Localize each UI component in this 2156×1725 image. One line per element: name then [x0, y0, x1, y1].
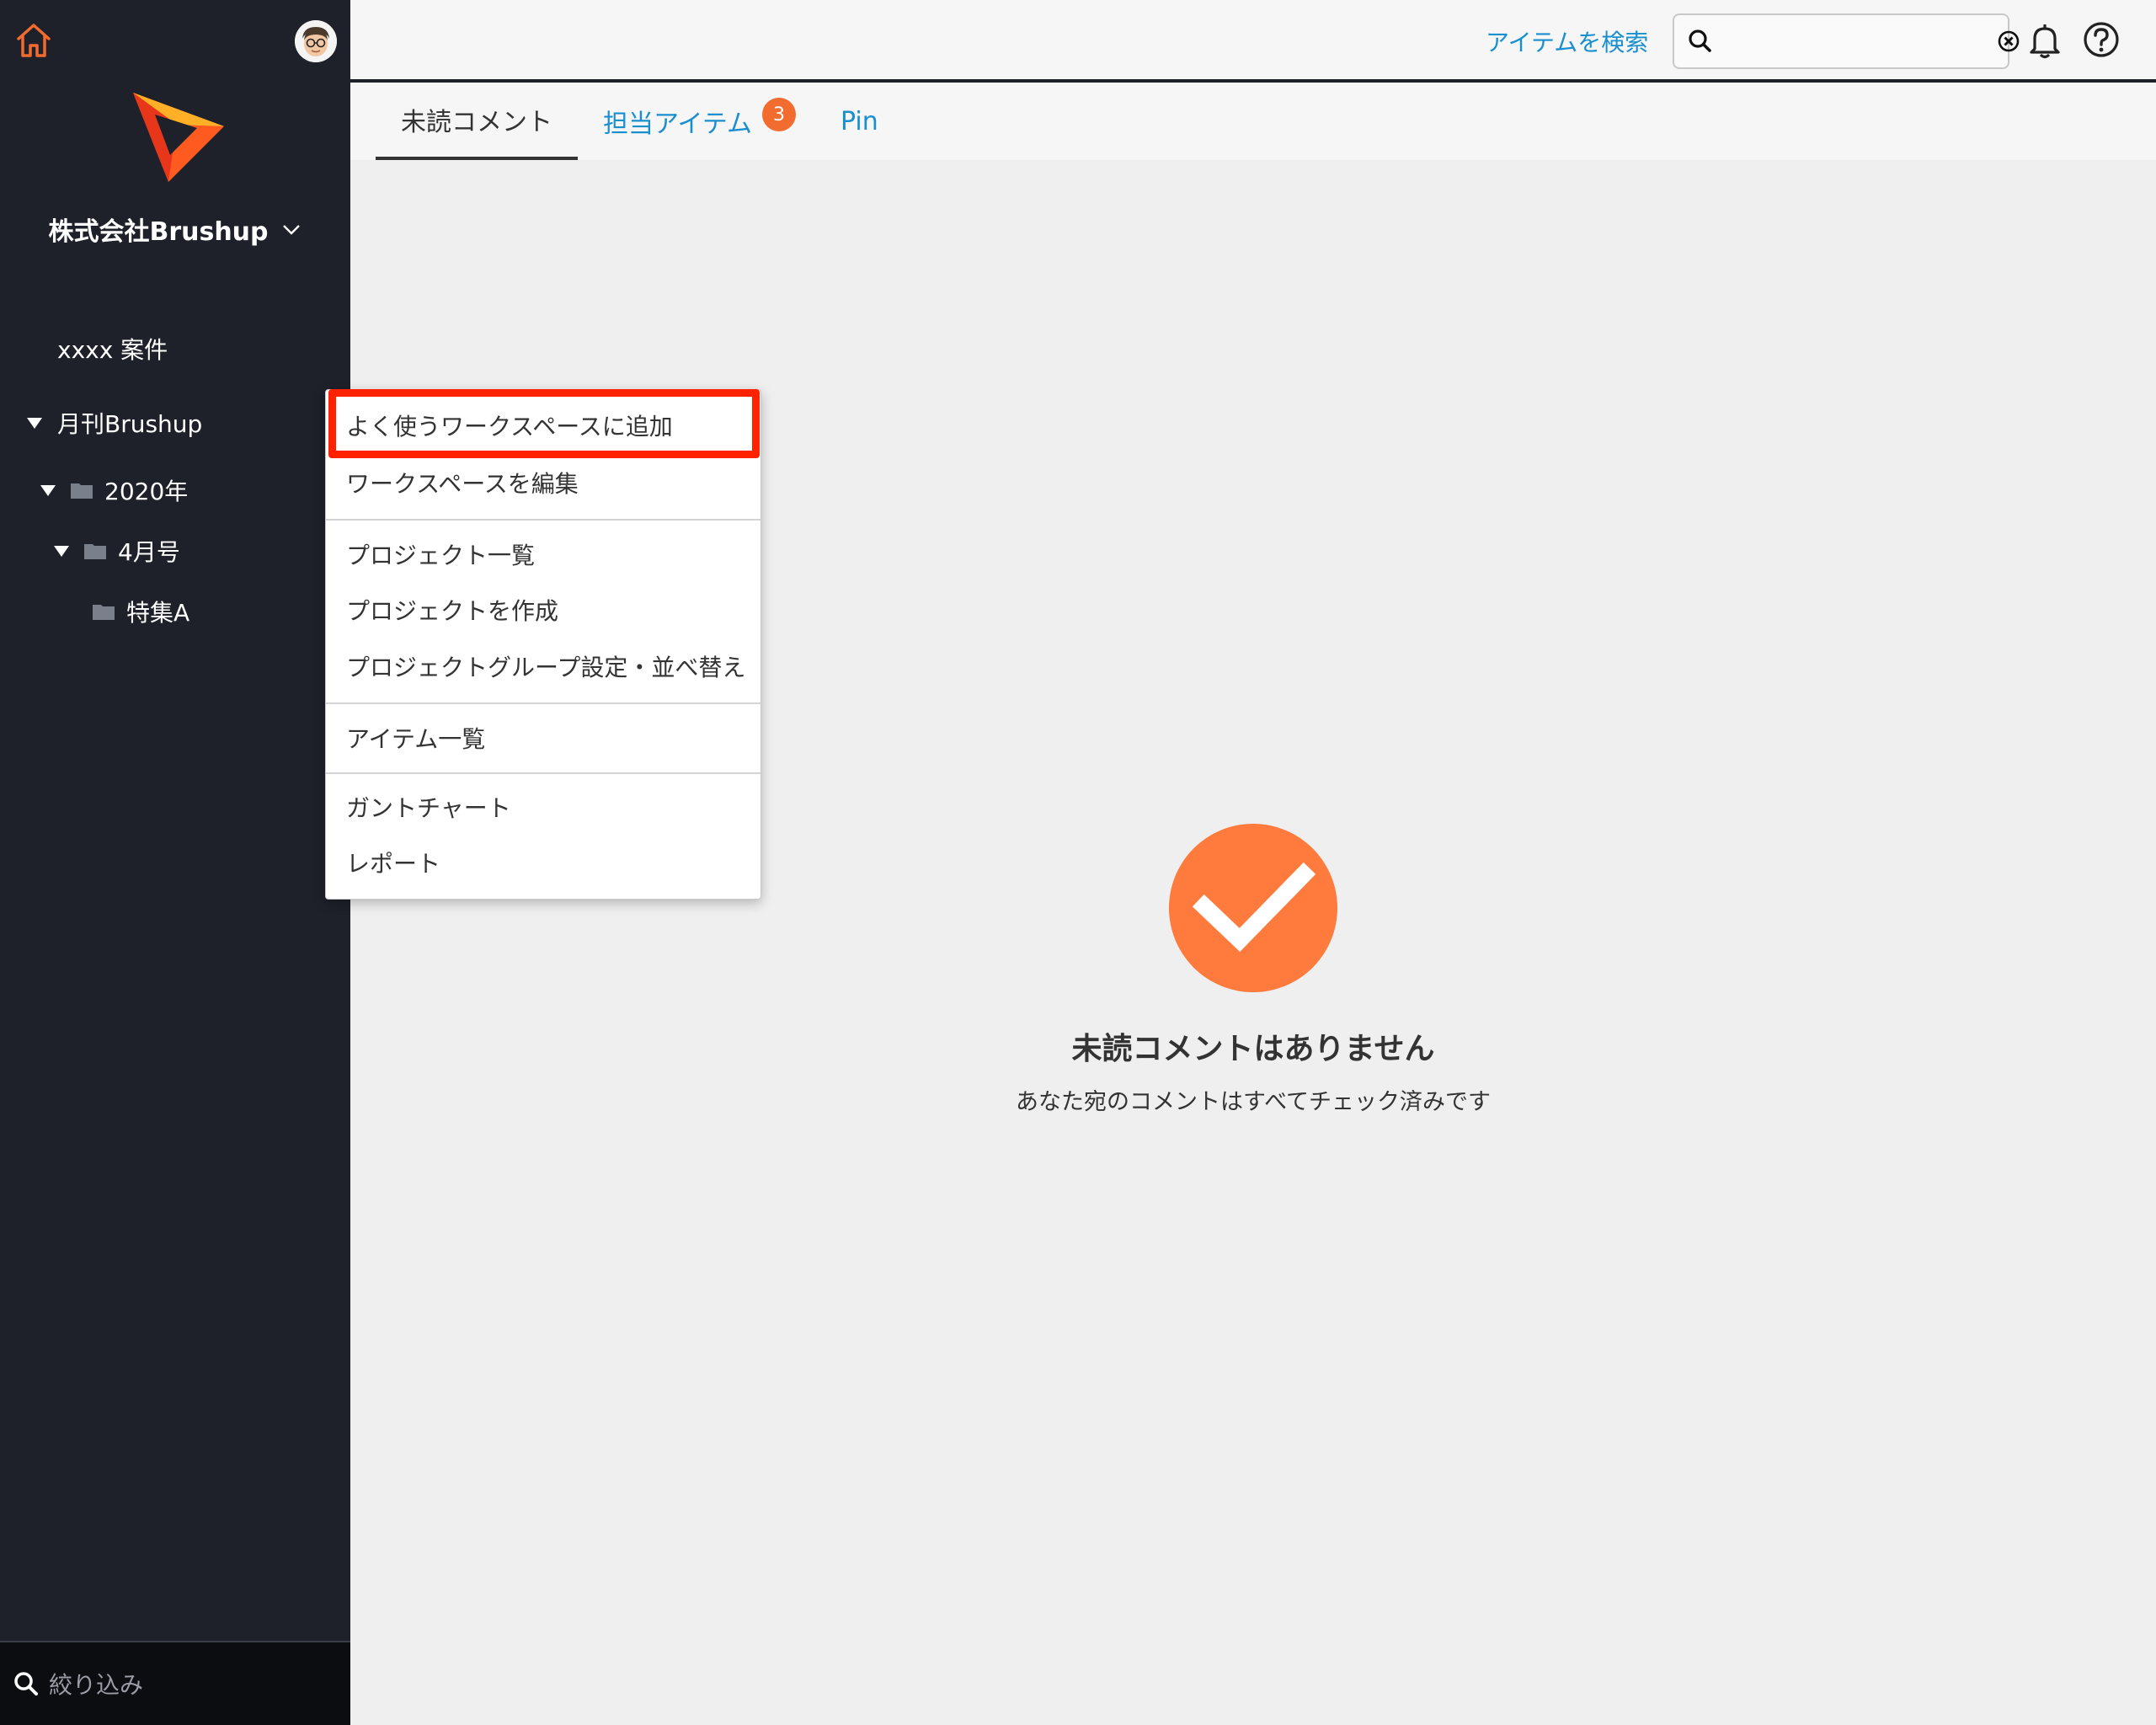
- item-search-label: アイテムを検索: [1486, 29, 1649, 56]
- caret-down-icon[interactable]: [27, 417, 42, 429]
- item-search-link[interactable]: アイテムを検索: [1486, 20, 1648, 62]
- folder-icon: [71, 483, 93, 499]
- menu-item-project-list[interactable]: プロジェクト一覧: [326, 526, 760, 582]
- folder-icon: [84, 544, 106, 559]
- sidebar-item-label: 特集A: [126, 599, 190, 627]
- menu-divider: [326, 772, 760, 774]
- tab-bar: 未読コメント 担当アイテム 3 Pin: [350, 83, 2156, 160]
- home-icon[interactable]: [13, 20, 54, 61]
- tab-label: 未読コメント: [401, 108, 552, 137]
- caret-down-icon[interactable]: [40, 484, 56, 496]
- tab-pin[interactable]: Pin: [841, 83, 878, 160]
- menu-item-edit-workspace[interactable]: ワークスペースを編集: [326, 455, 760, 510]
- tab-assigned-items[interactable]: 担当アイテム 3: [603, 83, 796, 160]
- search-input[interactable]: [1723, 29, 1996, 54]
- company-name: 株式会社Brushup: [48, 217, 269, 247]
- menu-item-create-project[interactable]: プロジェクトを作成: [326, 582, 760, 638]
- sidebar-item-label: 2020年: [104, 478, 189, 505]
- workspace-context-menu: よく使うワークスペースに追加 ワークスペースを編集 プロジェクト一覧 プロジェク…: [325, 389, 761, 900]
- app: 株式会社Brushup xxxx 案件 月刊Brushup 2020年 4月号: [0, 0, 2156, 1725]
- top-bar: アイテムを検索: [350, 0, 2156, 83]
- search-icon: [14, 1672, 38, 1696]
- company-switcher[interactable]: 株式会社Brushup: [0, 207, 350, 251]
- avatar[interactable]: [295, 20, 337, 62]
- menu-item-gantt-chart[interactable]: ガントチャート: [326, 779, 760, 835]
- empty-state-subtitle: あなた宛のコメントはすべてチェック済みです: [1015, 1089, 1492, 1115]
- sidebar-filter[interactable]: 絞り込み: [0, 1641, 350, 1725]
- menu-item-item-list[interactable]: アイテム一覧: [326, 710, 760, 766]
- brushup-logo-icon: [126, 88, 227, 189]
- bell-icon[interactable]: [2025, 20, 2065, 61]
- tab-unread-comments[interactable]: 未読コメント: [376, 83, 578, 160]
- caret-down-icon[interactable]: [54, 545, 69, 557]
- sidebar: 株式会社Brushup xxxx 案件 月刊Brushup 2020年 4月号: [0, 0, 350, 1725]
- empty-state-title: 未読コメントはありません: [1071, 1032, 1435, 1066]
- check-icon: [1169, 824, 1337, 992]
- sidebar-item-folder-feature[interactable]: 特集A: [93, 588, 189, 635]
- tab-label: Pin: [841, 106, 878, 136]
- sidebar-item-label: xxxx 案件: [57, 336, 168, 364]
- menu-item-project-group-settings[interactable]: プロジェクトグループ設定・並べ替え: [326, 638, 760, 694]
- menu-item-report[interactable]: レポート: [326, 835, 760, 890]
- menu-divider: [326, 702, 760, 704]
- help-icon[interactable]: [2080, 19, 2122, 61]
- clear-icon[interactable]: [1996, 29, 2021, 54]
- filter-placeholder: 絞り込み: [49, 1671, 144, 1699]
- menu-item-add-favorite[interactable]: よく使うワークスペースに追加: [326, 398, 760, 453]
- folder-icon: [93, 605, 115, 620]
- chevron-down-icon: [282, 225, 300, 235]
- sidebar-item-project[interactable]: xxxx 案件: [57, 325, 168, 372]
- tab-label: 担当アイテム: [603, 109, 752, 139]
- count-badge: 3: [762, 98, 796, 131]
- sidebar-item-workspace[interactable]: 月刊Brushup: [27, 399, 202, 446]
- sidebar-item-folder-2020[interactable]: 2020年: [40, 467, 188, 514]
- search-icon: [1689, 29, 1711, 52]
- menu-divider: [326, 519, 760, 521]
- sidebar-item-label: 4月号: [118, 538, 180, 566]
- sidebar-item-folder-april[interactable]: 4月号: [54, 527, 180, 574]
- search-box: [1673, 13, 2020, 69]
- sidebar-item-label: 月刊Brushup: [57, 410, 203, 438]
